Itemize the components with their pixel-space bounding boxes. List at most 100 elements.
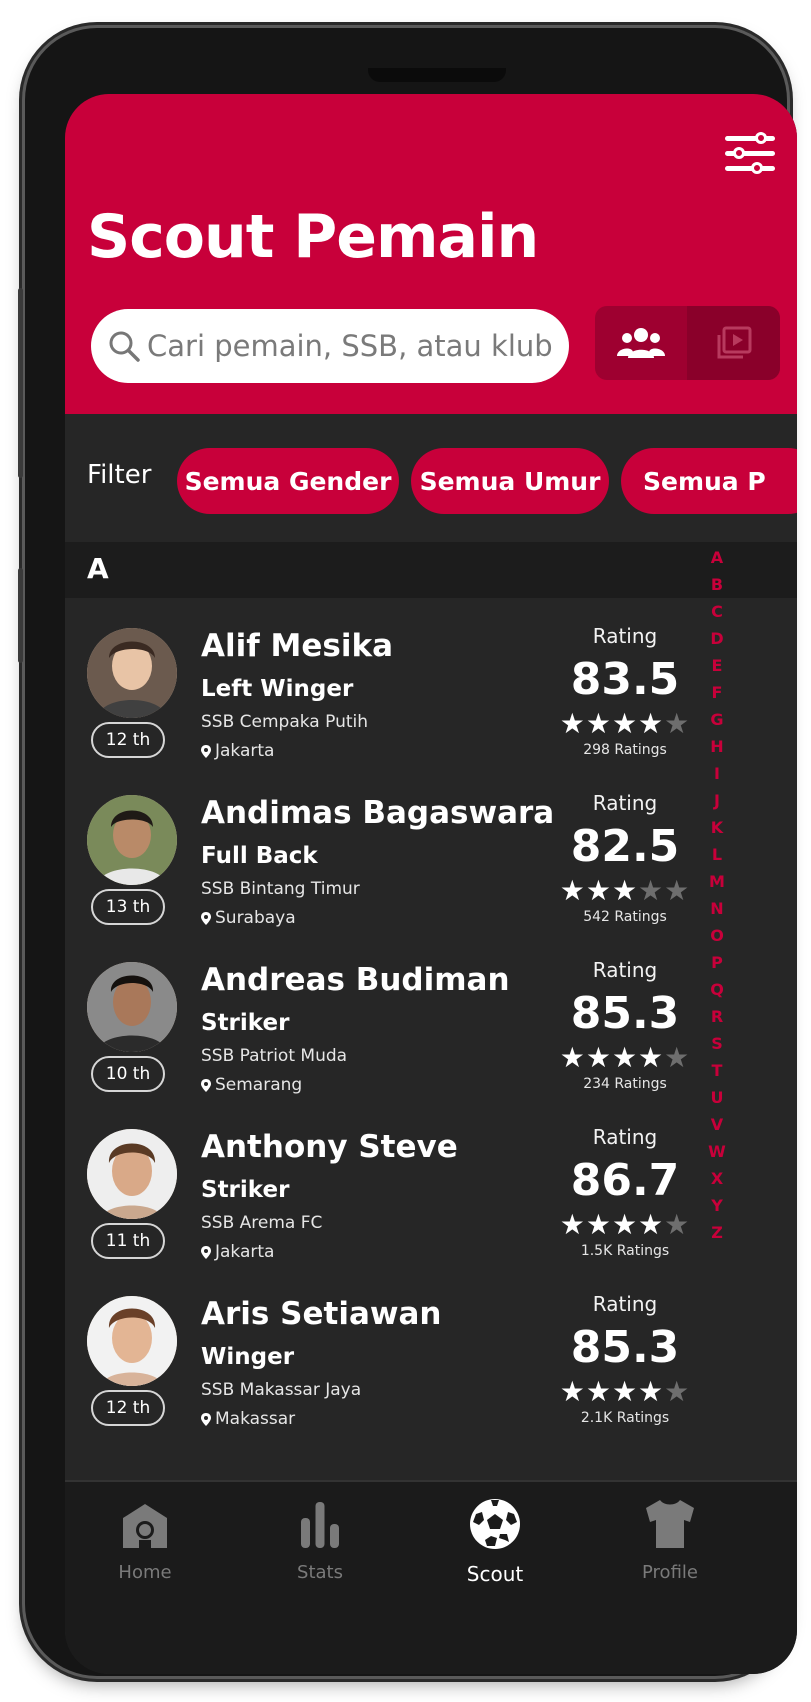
player-position: Striker [201, 1177, 290, 1203]
player-avatar [87, 1296, 177, 1386]
alphabet-letter-y[interactable]: Y [705, 1192, 729, 1219]
location-pin-icon [201, 1412, 211, 1426]
alphabet-letter-q[interactable]: Q [705, 976, 729, 1003]
player-name: Andimas Bagaswara [201, 795, 555, 831]
player-city: Jakarta [201, 741, 274, 761]
alphabet-letter-k[interactable]: K [705, 814, 729, 841]
rating-count: 2.1K Ratings [580, 1410, 670, 1426]
player-club: SSB Arema FC [201, 1213, 323, 1233]
view-toggle [595, 306, 780, 380]
player-list: 12 th Alif Mesika Left Winger SSB Cempak… [65, 598, 797, 1478]
star-icon: ★ [585, 1041, 612, 1074]
alphabet-letter-d[interactable]: D [705, 625, 729, 652]
sliders-icon[interactable] [725, 132, 775, 174]
search-icon [109, 331, 140, 362]
age-badge: 10 th [91, 1056, 165, 1092]
alphabet-letter-s[interactable]: S [705, 1030, 729, 1057]
star-icon: ★ [638, 707, 665, 740]
filter-bar: Filter Semua Gender Semua Umur Semua P [65, 414, 797, 542]
rating-value: 83.5 [570, 654, 680, 705]
star-icon: ★ [664, 1375, 691, 1408]
player-avatar [87, 795, 177, 885]
alphabet-letter-b[interactable]: B [705, 571, 729, 598]
location-pin-icon [201, 1078, 211, 1092]
alphabet-letter-r[interactable]: R [705, 1003, 729, 1030]
app-screen: Scout Pemain Cari pemain, SSB, atau klub… [65, 94, 797, 1674]
location-pin-icon [201, 1245, 211, 1259]
star-rating: ★★★★★ [543, 875, 707, 907]
alphabet-index[interactable]: ABCDEFGHIJKLMNOPQRSTUVWXYZ [705, 544, 729, 1246]
nav-home[interactable]: Home [75, 1496, 215, 1583]
alphabet-letter-f[interactable]: F [705, 679, 729, 706]
star-icon: ★ [559, 1041, 586, 1074]
alphabet-letter-n[interactable]: N [705, 895, 729, 922]
star-icon: ★ [611, 874, 639, 907]
player-card[interactable]: 13 th Andimas Bagaswara Full Back SSB Bi… [65, 765, 797, 945]
player-avatar [87, 1129, 177, 1219]
phone-frame: Scout Pemain Cari pemain, SSB, atau klub… [18, 28, 797, 1676]
star-icon: ★ [664, 1041, 691, 1074]
filter-chip-gender[interactable]: Semua Gender [177, 448, 399, 514]
star-icon: ★ [638, 1041, 665, 1074]
rating-count: 1.5K Ratings [580, 1243, 670, 1259]
video-view-button[interactable] [687, 306, 780, 380]
filter-chip-age[interactable]: Semua Umur [411, 448, 609, 514]
star-icon: ★ [664, 874, 691, 907]
player-city: Jakarta [201, 1242, 274, 1262]
age-badge: 11 th [91, 1223, 165, 1259]
player-avatar [87, 628, 177, 718]
player-city: Semarang [201, 1075, 302, 1095]
alphabet-letter-j[interactable]: J [705, 787, 729, 814]
alphabet-letter-x[interactable]: X [705, 1165, 729, 1192]
rating-value: 86.7 [570, 1155, 680, 1206]
alphabet-letter-p[interactable]: P [705, 949, 729, 976]
star-icon: ★ [611, 1375, 639, 1408]
star-icon: ★ [638, 874, 665, 907]
age-badge: 12 th [91, 1390, 165, 1426]
alphabet-letter-v[interactable]: V [705, 1111, 729, 1138]
player-card[interactable]: 12 th Aris Setiawan Winger SSB Makassar … [65, 1266, 797, 1446]
alphabet-letter-h[interactable]: H [705, 733, 729, 760]
age-badge: 13 th [91, 889, 165, 925]
star-icon: ★ [585, 1208, 612, 1241]
player-card[interactable]: 12 th Alif Mesika Left Winger SSB Cempak… [65, 598, 797, 778]
nav-scout[interactable]: Scout [425, 1496, 565, 1586]
alphabet-letter-e[interactable]: E [705, 652, 729, 679]
alphabet-letter-c[interactable]: C [705, 598, 729, 625]
alphabet-letter-l[interactable]: L [705, 841, 729, 868]
rating-count: 298 Ratings [583, 742, 667, 758]
group-view-button[interactable] [595, 306, 687, 380]
alphabet-letter-u[interactable]: U [705, 1084, 729, 1111]
search-input[interactable] [147, 309, 552, 383]
alphabet-letter-g[interactable]: G [705, 706, 729, 733]
player-card[interactable]: 10 th Andreas Budiman Striker SSB Patrio… [65, 932, 797, 1112]
player-card[interactable]: 11 th Anthony Steve Striker SSB Arema FC… [65, 1099, 797, 1279]
player-position: Striker [201, 1010, 290, 1036]
bottom-nav: Home Stats Scout Profile [65, 1480, 797, 1674]
location-pin-icon [201, 911, 211, 925]
star-icon: ★ [585, 707, 612, 740]
alphabet-letter-t[interactable]: T [705, 1057, 729, 1084]
player-club: SSB Makassar Jaya [201, 1380, 362, 1400]
alphabet-letter-w[interactable]: W [705, 1138, 729, 1165]
filter-chip-position[interactable]: Semua P [621, 448, 797, 514]
nav-label: Stats [297, 1562, 343, 1583]
nav-label: Profile [642, 1562, 698, 1583]
star-rating: ★★★★★ [543, 1042, 707, 1074]
alphabet-letter-a[interactable]: A [705, 544, 729, 571]
search-bar [91, 309, 569, 383]
nav-profile[interactable]: Profile [600, 1496, 740, 1583]
player-city: Surabaya [201, 908, 296, 928]
star-rating: ★★★★★ [543, 708, 707, 740]
alphabet-letter-m[interactable]: M [705, 868, 729, 895]
alphabet-letter-z[interactable]: Z [705, 1219, 729, 1246]
nav-stats[interactable]: Stats [250, 1496, 390, 1583]
alphabet-letter-o[interactable]: O [705, 922, 729, 949]
alphabet-letter-i[interactable]: I [705, 760, 729, 787]
side-button [18, 568, 23, 663]
star-icon: ★ [585, 874, 612, 907]
star-icon: ★ [559, 707, 586, 740]
video-gallery-icon [717, 326, 751, 359]
section-header: A [65, 542, 797, 598]
star-icon: ★ [611, 1208, 639, 1241]
